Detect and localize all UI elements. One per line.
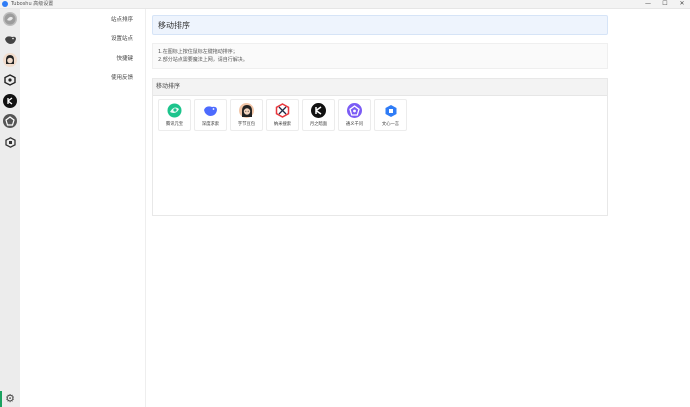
instructions-box: 1.在图标上按住鼠标左键拖动排序； 2.部分站点需要魔法上网，请自行解决。 xyxy=(152,43,608,69)
wenxin-icon xyxy=(383,103,398,118)
settings-gear-icon[interactable]: ⚙ xyxy=(3,392,17,406)
wenxin-icon xyxy=(4,136,16,148)
settings-active-indicator xyxy=(0,391,2,407)
instruction-line-2: 2.部分站点需要魔法上网，请自行解决。 xyxy=(158,57,248,63)
tongyi-icon xyxy=(347,103,362,118)
rail-item-deepseek[interactable] xyxy=(3,32,17,46)
deepseek-icon xyxy=(203,103,218,118)
rail-item-tongyi[interactable] xyxy=(3,114,17,128)
main-content: 移动排序 1.在图标上按住鼠标左键拖动排序； 2.部分站点需要魔法上网，请自行解… xyxy=(146,9,690,407)
kimi-icon xyxy=(7,97,13,105)
nav-item-shortcuts[interactable]: 快捷键 xyxy=(20,54,145,64)
deepseek-icon xyxy=(4,35,16,44)
site-tile-label: 字节豆包 xyxy=(237,122,256,127)
yuanbao-icon xyxy=(167,103,182,118)
close-button[interactable]: ✕ xyxy=(674,0,690,8)
doubao-icon xyxy=(6,55,14,64)
rail-item-wenxin[interactable] xyxy=(3,135,17,149)
nav-item-site-settings[interactable]: 设置站点 xyxy=(20,34,145,44)
site-tile-deepseek[interactable]: 深度求索 xyxy=(194,99,227,131)
doubao-icon xyxy=(239,103,254,118)
sort-panel: 移动排序 腾讯元宝 深度求索 字节豆包 纳米搜索 月之暗面 通义千问 文心一言 xyxy=(152,78,608,216)
nami-icon xyxy=(275,103,290,118)
sortable-site-list: 腾讯元宝 深度求索 字节豆包 纳米搜索 月之暗面 通义千问 文心一言 xyxy=(158,99,407,131)
site-tile-label: 纳米搜索 xyxy=(273,122,292,127)
site-tile-yuanbao[interactable]: 腾讯元宝 xyxy=(158,99,191,131)
nav-item-feedback[interactable]: 使用反馈 xyxy=(20,73,145,83)
rail-item-doubao[interactable] xyxy=(3,53,17,67)
rail-item-yuanbao[interactable] xyxy=(3,12,17,26)
site-rail: ⚙ xyxy=(0,9,20,407)
site-tile-label: 月之暗面 xyxy=(309,122,328,127)
site-tile-doubao[interactable]: 字节豆包 xyxy=(230,99,263,131)
tencent-yuanbao-icon xyxy=(4,13,16,25)
instruction-line-1: 1.在图标上按住鼠标左键拖动排序； xyxy=(158,49,238,55)
app-logo-icon xyxy=(2,1,8,7)
settings-nav: 站点排序 设置站点 快捷键 使用反馈 xyxy=(20,9,146,407)
rail-item-nami[interactable] xyxy=(3,73,17,87)
site-tile-wenxin[interactable]: 文心一言 xyxy=(374,99,407,131)
site-tile-label: 深度求索 xyxy=(201,122,220,127)
kimi-icon xyxy=(311,103,326,118)
site-tile-kimi[interactable]: 月之暗面 xyxy=(302,99,335,131)
site-tile-label: 通义千问 xyxy=(345,122,364,127)
rail-item-kimi[interactable] xyxy=(3,94,17,108)
tongyi-icon xyxy=(5,116,15,126)
nami-icon xyxy=(4,74,16,86)
maximize-button[interactable]: ☐ xyxy=(657,0,673,8)
title-bar: Tuboshu 高级设置 — ☐ ✕ xyxy=(0,0,690,9)
site-tile-label: 文心一言 xyxy=(381,122,400,127)
page-title: 移动排序 xyxy=(152,15,608,35)
sort-panel-title: 移动排序 xyxy=(153,79,607,96)
minimize-button[interactable]: — xyxy=(640,0,656,8)
site-tile-tongyi[interactable]: 通义千问 xyxy=(338,99,371,131)
site-tile-label: 腾讯元宝 xyxy=(165,122,184,127)
site-tile-nami[interactable]: 纳米搜索 xyxy=(266,99,299,131)
nav-item-site-order[interactable]: 站点排序 xyxy=(20,15,145,25)
window-title: Tuboshu 高级设置 xyxy=(11,1,54,7)
